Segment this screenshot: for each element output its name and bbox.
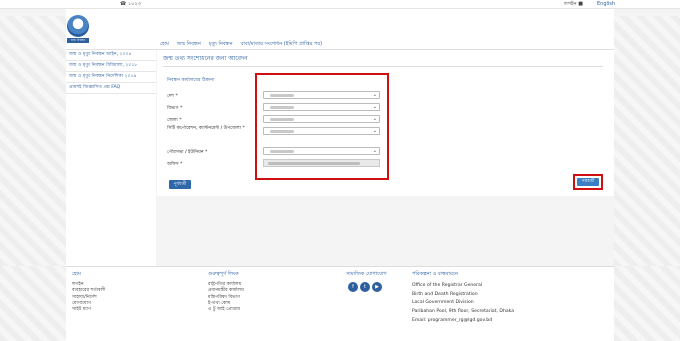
footer-link[interactable]: মন্ত্রিপরিষদ বিভাগ (208, 295, 244, 301)
sidebar-item-guidelines[interactable]: জন্ম ও মৃত্যু নিবন্ধন নির্দেশিকা ২০১৯ (66, 72, 156, 83)
footer-line: Office of the Registrar General (412, 283, 483, 289)
top-bar: ☎ ১০২৩ লগইন ■ English (0, 0, 680, 9)
page-title: জন্ম তথ্য সংশোধনের জন্য আবেদন (163, 53, 603, 67)
logo[interactable]: জন্ম নিবন্ধন (66, 15, 90, 45)
nav-death-registration[interactable]: মৃত্যু নিবন্ধন (209, 41, 233, 49)
youtube-icon[interactable]: ▶ (372, 282, 382, 293)
sidebar: জন্ম ও মৃত্যু নিবন্ধন আইন, ২০০৪ জন্ম ও ম… (66, 50, 156, 266)
footer-link[interactable]: ব্যবহারের শর্তাবলী (72, 288, 105, 294)
district-label: জেলা * (167, 118, 182, 123)
footer-col-social: সামাজিক যোগাযোগ f t ▶ (346, 271, 387, 293)
hotline: ☎ ১০২৩ (120, 1, 141, 7)
language-link[interactable]: English (597, 1, 615, 7)
footer-line: Local Government Division (412, 300, 474, 306)
section-title: নিবন্ধন কার্যালয়ের ঠিকানা (167, 78, 215, 83)
country-label: দেশ * (167, 94, 178, 99)
footer-heading: হোম (72, 271, 81, 277)
footer: হোম লগইন ব্যবহারের শর্তাবলী সাহায্য/নির্… (66, 266, 614, 341)
twitter-icon[interactable]: t (360, 282, 370, 293)
logo-emblem-icon (67, 15, 89, 37)
social-icons: f t ▶ (348, 282, 387, 293)
office-label: অফিস * (167, 162, 183, 167)
main-panel: জন্ম তথ্য সংশোধনের জন্য আবেদন নিবন্ধন কা… (157, 50, 614, 196)
footer-col-implementation: পরিকল্পনা ও বাস্তবায়নে Office of the Re… (412, 271, 572, 325)
union-label: পৌরসভা / ইউনিয়ন * (167, 150, 208, 155)
footer-line: Paribahan Pool, 9th floor, Secretariat, … (412, 308, 515, 314)
footer-heading: সামাজিক যোগাযোগ (346, 271, 387, 277)
footer-heading: গুরুত্বপূর্ণ লিংক (208, 271, 239, 277)
main-nav: হোম জন্ম নিবন্ধন মৃত্যু নিবন্ধন বাবা/মাত… (160, 41, 322, 49)
previous-button[interactable]: পূর্ববর্তী (169, 180, 191, 189)
sidebar-item-act[interactable]: জন্ম ও মৃত্যু নিবন্ধন আইন, ২০০৪ (66, 50, 156, 61)
next-button[interactable]: পরবর্তী (577, 178, 599, 186)
logo-text: জন্ম নিবন্ধন (67, 38, 89, 43)
footer-link[interactable]: প্রধানমন্ত্রীর কার্যালয় (208, 288, 244, 294)
background-pattern-right (614, 16, 680, 266)
footer-col-home: হোম লগইন ব্যবহারের শর্তাবলী সাহায্য/নির্… (72, 271, 105, 313)
footer-heading: পরিকল্পনা ও বাস্তবায়নে (412, 271, 458, 277)
footer-line: Birth and Death Registration (412, 291, 478, 297)
user-icon: ■ (578, 1, 583, 7)
nav-birth-registration[interactable]: জন্ম নিবন্ধন (177, 41, 201, 49)
footer-link[interactable]: সাইট ম্যাপ (72, 307, 105, 313)
sidebar-item-rules[interactable]: জন্ম ও মৃত্যু নিবন্ধন বিধিমালা, ২০১৮ (66, 61, 156, 72)
footer-email[interactable]: Email: programmer_rg@lgd.gov.bd (412, 317, 572, 326)
sidebar-item-faq[interactable]: প্রায়শই জিজ্ঞাসিত প্রশ্ন FAQ (66, 83, 156, 94)
upazila-label: সিটি কর্পোরেশন, ক্যান্টনমেন্ট / উপজেলা * (167, 126, 245, 131)
footer-pattern-right (614, 266, 680, 341)
nav-parent-correction[interactable]: বাবা/মাতার সংশোধন (ইমিপি প্রাপ্তির পর) (241, 41, 323, 49)
footer-col-links: গুরুত্বপূর্ণ লিংক রাষ্ট্রপতির কার্যালয় … (208, 271, 244, 313)
nav-home[interactable]: হোম (160, 41, 169, 49)
highlight-box-fields (255, 73, 389, 180)
division-label: বিভাগ * (167, 106, 183, 111)
header: জন্ম নিবন্ধন হোম জন্ম নিবন্ধন মৃত্যু নিব… (66, 9, 614, 50)
facebook-icon[interactable]: f (348, 282, 358, 293)
footer-link[interactable]: এ টু আই প্রোগ্রাম (208, 307, 244, 313)
background-pattern-left (0, 16, 66, 266)
login-link[interactable]: লগইন ■ (564, 1, 583, 9)
footer-pattern-left (0, 266, 66, 341)
hotline-number: ১০২৩ (127, 1, 141, 7)
